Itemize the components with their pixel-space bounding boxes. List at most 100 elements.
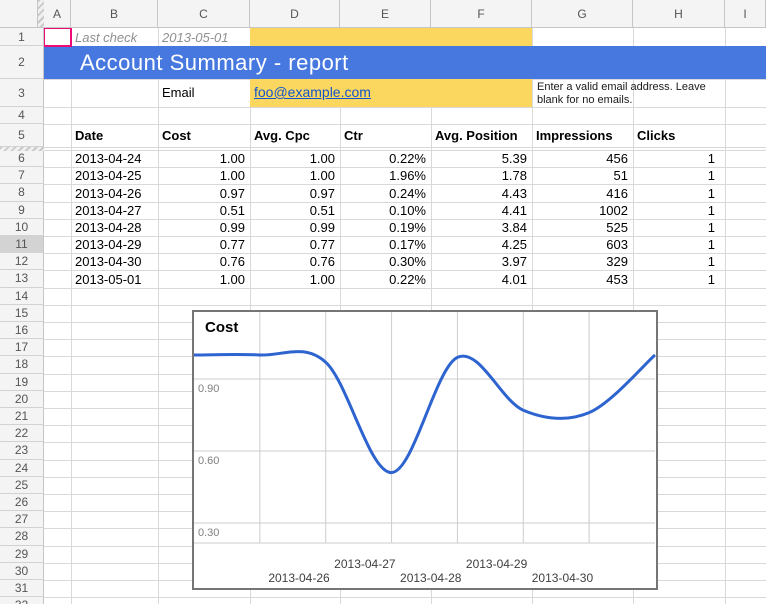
row-header-27[interactable]: 27	[0, 511, 44, 528]
table-cell[interactable]: 1.96%	[340, 168, 426, 183]
row-header-16[interactable]: 16	[0, 322, 44, 339]
row-header-22[interactable]: 22	[0, 425, 44, 442]
table-cell[interactable]: 0.77	[158, 237, 245, 252]
table-cell[interactable]: 1.00	[250, 151, 335, 166]
row-header-17[interactable]: 17	[0, 339, 44, 356]
row-header-4[interactable]: 4	[0, 107, 44, 124]
table-cell[interactable]: 603	[532, 237, 628, 252]
column-header-i[interactable]: I	[725, 0, 766, 28]
row-header-26[interactable]: 26	[0, 494, 44, 511]
table-header-date[interactable]: Date	[75, 128, 103, 143]
active-cell-a1[interactable]	[43, 27, 72, 47]
table-cell[interactable]: 1002	[532, 203, 628, 218]
table-cell[interactable]: 1	[633, 151, 715, 166]
cell-c1-last-check-value[interactable]: 2013-05-01	[162, 30, 229, 45]
table-header-cost[interactable]: Cost	[162, 128, 191, 143]
table-cell[interactable]: 2013-04-29	[75, 237, 142, 252]
column-header-c[interactable]: C	[158, 0, 250, 28]
row-header-28[interactable]: 28	[0, 528, 44, 545]
table-cell[interactable]: 2013-04-30	[75, 254, 142, 269]
table-cell[interactable]: 0.24%	[340, 186, 426, 201]
row-header-1[interactable]: 1	[0, 28, 44, 46]
row-header-7[interactable]: 7	[0, 167, 44, 184]
table-header-avg-cpc[interactable]: Avg. Cpc	[254, 128, 310, 143]
table-cell[interactable]: 1	[633, 203, 715, 218]
select-all-corner[interactable]	[0, 0, 38, 28]
table-cell[interactable]: 1.00	[158, 168, 245, 183]
table-cell[interactable]: 0.76	[158, 254, 245, 269]
table-cell[interactable]: 4.41	[431, 203, 527, 218]
row-header-21[interactable]: 21	[0, 408, 44, 425]
row-header-24[interactable]: 24	[0, 460, 44, 477]
table-header-ctr[interactable]: Ctr	[344, 128, 363, 143]
table-header-impressions[interactable]: Impressions	[536, 128, 613, 143]
table-cell[interactable]: 0.22%	[340, 151, 426, 166]
banner-cell-account-summary[interactable]: Account Summary - report	[44, 46, 766, 79]
column-header-b[interactable]: B	[71, 0, 158, 28]
table-cell[interactable]: 3.97	[431, 254, 527, 269]
table-cell[interactable]: 2013-04-26	[75, 186, 142, 201]
row-header-19[interactable]: 19	[0, 374, 44, 391]
column-header-f[interactable]: F	[431, 0, 532, 28]
row-header-5[interactable]: 5	[0, 124, 44, 147]
table-cell[interactable]: 1	[633, 237, 715, 252]
column-header-h[interactable]: H	[633, 0, 725, 28]
email-link[interactable]: foo@example.com	[254, 84, 371, 100]
frozen-column-divider[interactable]	[38, 0, 44, 28]
row-header-13[interactable]: 13	[0, 270, 44, 287]
table-cell[interactable]: 1.00	[250, 168, 335, 183]
table-cell[interactable]: 2013-04-25	[75, 168, 142, 183]
table-cell[interactable]: 2013-04-27	[75, 203, 142, 218]
cost-chart[interactable]: Cost 0.900.600.302013-04-262013-04-27201…	[192, 310, 658, 590]
row-header-12[interactable]: 12	[0, 253, 44, 270]
frozen-row-divider[interactable]	[0, 147, 44, 151]
row-header-25[interactable]: 25	[0, 477, 44, 494]
table-cell[interactable]: 329	[532, 254, 628, 269]
table-cell[interactable]: 1	[633, 186, 715, 201]
row-header-8[interactable]: 8	[0, 184, 44, 201]
table-cell[interactable]: 2013-04-28	[75, 220, 142, 235]
table-cell[interactable]: 456	[532, 151, 628, 166]
table-cell[interactable]: 0.51	[250, 203, 335, 218]
table-cell[interactable]: 1	[633, 272, 715, 287]
row-header-18[interactable]: 18	[0, 356, 44, 373]
table-cell[interactable]: 1.00	[158, 151, 245, 166]
row-header-31[interactable]: 31	[0, 580, 44, 597]
row-header-2[interactable]: 2	[0, 46, 44, 79]
cell-g3-email-note[interactable]: Enter a valid email address. Leave blank…	[537, 81, 717, 106]
cell-c3-email-label[interactable]: Email	[162, 85, 195, 100]
row-header-32[interactable]: 32	[0, 597, 44, 604]
table-cell[interactable]: 4.01	[431, 272, 527, 287]
row-header-29[interactable]: 29	[0, 546, 44, 563]
table-cell[interactable]: 4.43	[431, 186, 527, 201]
table-cell[interactable]: 1.00	[158, 272, 245, 287]
table-cell[interactable]: 0.77	[250, 237, 335, 252]
table-cell[interactable]: 0.97	[250, 186, 335, 201]
row-header-15[interactable]: 15	[0, 305, 44, 322]
row-header-23[interactable]: 23	[0, 442, 44, 459]
table-cell[interactable]: 4.25	[431, 237, 527, 252]
table-header-avg-position[interactable]: Avg. Position	[435, 128, 518, 143]
table-cell[interactable]: 1.78	[431, 168, 527, 183]
table-cell[interactable]: 0.76	[250, 254, 335, 269]
column-header-d[interactable]: D	[250, 0, 340, 28]
row-header-6[interactable]: 6	[0, 150, 44, 167]
table-cell[interactable]: 5.39	[431, 151, 527, 166]
column-header-g[interactable]: G	[532, 0, 633, 28]
column-header-e[interactable]: E	[340, 0, 431, 28]
cell-b1-last-check-label[interactable]: Last check	[75, 30, 137, 45]
table-cell[interactable]: 0.30%	[340, 254, 426, 269]
table-cell[interactable]: 1	[633, 254, 715, 269]
table-cell[interactable]: 0.99	[158, 220, 245, 235]
table-header-clicks[interactable]: Clicks	[637, 128, 675, 143]
table-cell[interactable]: 416	[532, 186, 628, 201]
highlighted-range-d1-f1[interactable]	[250, 28, 532, 46]
table-cell[interactable]: 2013-04-24	[75, 151, 142, 166]
table-cell[interactable]: 0.22%	[340, 272, 426, 287]
row-header-3[interactable]: 3	[0, 79, 44, 107]
table-cell[interactable]: 0.97	[158, 186, 245, 201]
table-cell[interactable]: 1	[633, 220, 715, 235]
column-header-a[interactable]: A	[44, 0, 71, 28]
table-cell[interactable]: 1.00	[250, 272, 335, 287]
table-cell[interactable]: 525	[532, 220, 628, 235]
